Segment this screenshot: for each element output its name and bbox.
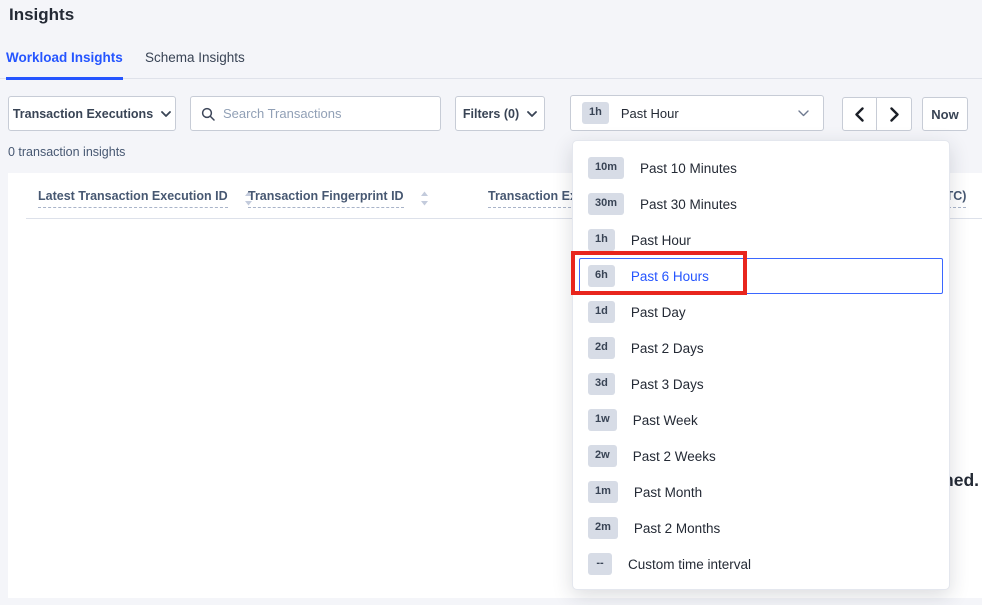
page-title: Insights xyxy=(9,5,74,25)
time-option-past-2-months[interactable]: 2m Past 2 Months xyxy=(579,510,943,546)
time-option-label: Past 6 Hours xyxy=(631,269,709,284)
now-button[interactable]: Now xyxy=(922,97,968,131)
time-option-badge: 1m xyxy=(588,481,618,502)
time-option-badge: 1h xyxy=(588,229,615,250)
column-header-label: Latest Transaction Execution ID xyxy=(38,189,228,208)
tab-bar: Workload Insights Schema Insights xyxy=(0,46,982,79)
chevron-down-icon xyxy=(527,111,537,117)
time-option-badge: 30m xyxy=(588,193,624,214)
tab-schema-insights[interactable]: Schema Insights xyxy=(145,50,245,65)
column-header-label: Transaction Fingerprint ID xyxy=(248,189,404,208)
time-option-past-month[interactable]: 1m Past Month xyxy=(579,474,943,510)
time-option-custom-time-interval[interactable]: -- Custom time interval xyxy=(579,546,943,582)
time-option-badge: 2m xyxy=(588,517,618,538)
time-option-past-3-days[interactable]: 3d Past 3 Days xyxy=(579,366,943,402)
time-option-label: Past 2 Weeks xyxy=(633,449,716,464)
time-option-label: Past 30 Minutes xyxy=(640,197,737,212)
search-icon xyxy=(201,107,215,121)
now-label: Now xyxy=(931,107,958,122)
chevron-down-icon xyxy=(161,111,171,117)
search-box xyxy=(190,96,441,131)
chevron-right-icon xyxy=(890,107,899,122)
time-option-label: Past Day xyxy=(631,305,686,320)
time-option-label: Past 10 Minutes xyxy=(640,161,737,176)
time-option-past-day[interactable]: 1d Past Day xyxy=(579,294,943,330)
next-range-button[interactable] xyxy=(877,98,911,130)
time-option-badge: 10m xyxy=(588,157,624,178)
time-option-past-30-minutes[interactable]: 30m Past 30 Minutes xyxy=(579,186,943,222)
time-option-badge: 1w xyxy=(588,409,617,430)
chevron-down-icon xyxy=(798,110,809,117)
filters-label: Filters (0) xyxy=(463,107,519,121)
column-header-transaction-fingerprint-id[interactable]: Transaction Fingerprint ID xyxy=(248,189,429,208)
time-option-label: Past 2 Days xyxy=(631,341,704,356)
time-option-badge: -- xyxy=(588,553,612,574)
time-option-past-week[interactable]: 1w Past Week xyxy=(579,402,943,438)
time-option-past-hour[interactable]: 1h Past Hour xyxy=(579,222,943,258)
time-interval-badge: 1h xyxy=(582,102,609,123)
filters-button[interactable]: Filters (0) xyxy=(455,96,545,131)
time-option-label: Past Hour xyxy=(631,233,691,248)
time-option-badge: 2w xyxy=(588,445,617,466)
insights-count: 0 transaction insights xyxy=(8,145,125,159)
time-option-label: Custom time interval xyxy=(628,557,751,572)
time-option-badge: 6h xyxy=(588,265,615,286)
time-option-badge: 1d xyxy=(588,301,615,322)
time-option-past-10-minutes[interactable]: 10m Past 10 Minutes xyxy=(579,150,943,186)
time-option-badge: 3d xyxy=(588,373,615,394)
time-option-label: Past Month xyxy=(634,485,702,500)
column-header-latest-transaction-execution-id[interactable]: Latest Transaction Execution ID xyxy=(38,189,253,208)
tab-workload-insights[interactable]: Workload Insights xyxy=(6,50,123,80)
time-interval-label: Past Hour xyxy=(621,106,786,121)
view-selector-button[interactable]: Transaction Executions xyxy=(8,96,176,131)
time-option-past-6-hours[interactable]: 6h Past 6 Hours xyxy=(579,258,943,294)
view-selector-label: Transaction Executions xyxy=(13,107,153,121)
time-option-label: Past 3 Days xyxy=(631,377,704,392)
chevron-left-icon xyxy=(855,107,864,122)
time-option-label: Past 2 Months xyxy=(634,521,720,536)
time-option-label: Past Week xyxy=(633,413,698,428)
time-range-arrows xyxy=(842,97,912,131)
search-input[interactable] xyxy=(223,106,430,121)
sort-icon[interactable] xyxy=(420,191,429,206)
time-interval-select[interactable]: 1h Past Hour xyxy=(570,95,824,131)
time-option-past-2-days[interactable]: 2d Past 2 Days xyxy=(579,330,943,366)
time-interval-dropdown: 10m Past 10 Minutes 30m Past 30 Minutes … xyxy=(572,140,950,590)
previous-range-button[interactable] xyxy=(843,98,877,130)
time-option-badge: 2d xyxy=(588,337,615,358)
time-option-past-2-weeks[interactable]: 2w Past 2 Weeks xyxy=(579,438,943,474)
